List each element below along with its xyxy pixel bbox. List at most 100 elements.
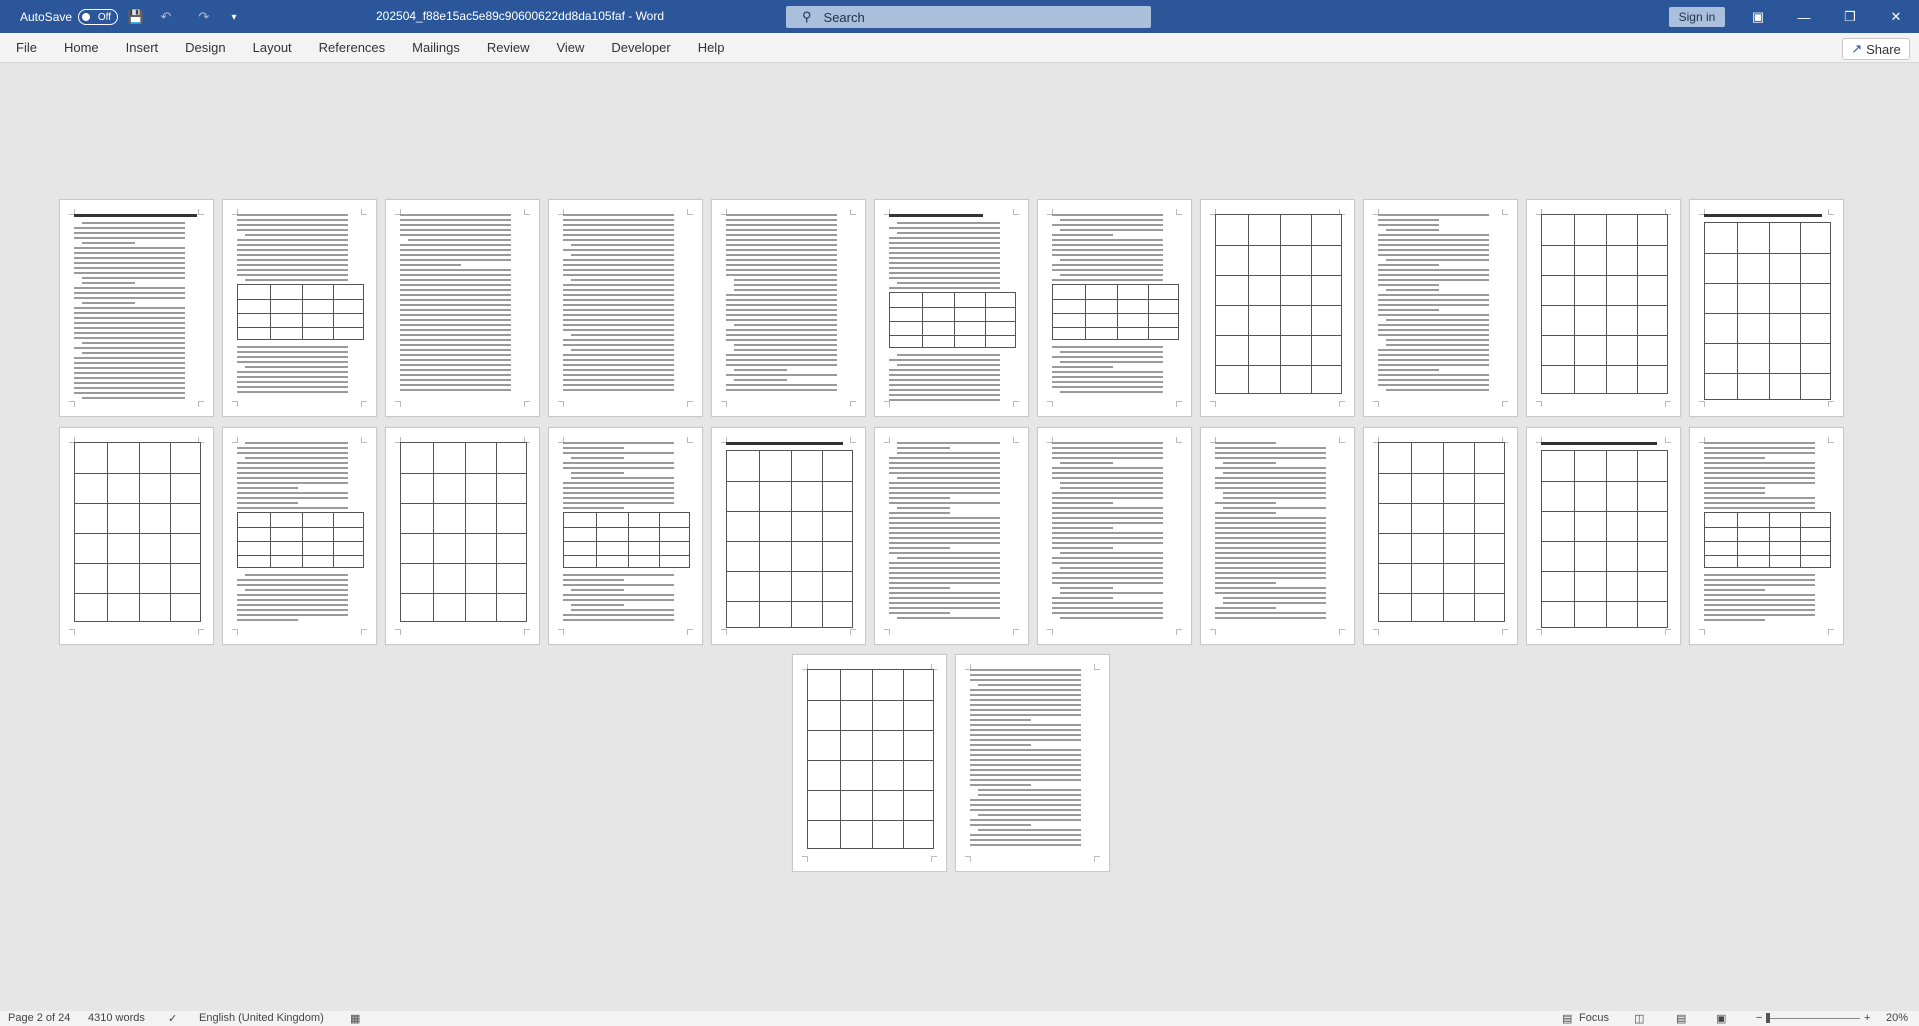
document-page[interactable] xyxy=(792,654,947,872)
document-page[interactable] xyxy=(1200,427,1355,645)
document-page[interactable] xyxy=(1526,427,1681,645)
page-text-line xyxy=(237,371,348,373)
tab-help[interactable]: Help xyxy=(698,40,725,55)
word-count[interactable]: 4310 words xyxy=(88,1012,145,1024)
restore-icon[interactable]: ❐ xyxy=(1827,6,1873,28)
table-row-line xyxy=(1542,335,1667,336)
table-col-line xyxy=(822,451,823,627)
document-page[interactable] xyxy=(874,427,1029,645)
page-text-line xyxy=(889,267,1000,269)
tab-design[interactable]: Design xyxy=(185,40,225,55)
accessibility-icon[interactable]: ▦ xyxy=(350,1012,360,1025)
table-row-line xyxy=(1216,305,1341,306)
table-row-line xyxy=(238,527,363,528)
table-row-line xyxy=(1379,533,1504,534)
page-text-line xyxy=(237,472,348,474)
tab-mailings[interactable]: Mailings xyxy=(412,40,460,55)
page-text-line xyxy=(563,329,674,331)
document-page[interactable] xyxy=(1526,199,1681,417)
document-page[interactable] xyxy=(711,427,866,645)
search-box[interactable]: ⚲ Search xyxy=(786,6,1151,28)
document-page[interactable] xyxy=(1037,199,1192,417)
tab-layout[interactable]: Layout xyxy=(253,40,292,55)
redo-icon[interactable]: ↷ xyxy=(196,9,212,25)
page-indicator[interactable]: Page 2 of 24 xyxy=(8,1012,70,1024)
document-page[interactable] xyxy=(222,199,377,417)
table-row-line xyxy=(75,503,200,504)
page-text-line xyxy=(237,219,348,221)
page-text-line xyxy=(82,277,185,279)
tab-insert[interactable]: Insert xyxy=(126,40,159,55)
page-text-line xyxy=(734,324,837,326)
page-text-line xyxy=(563,574,674,576)
page-corner-mark xyxy=(198,401,204,407)
document-page[interactable] xyxy=(59,199,214,417)
page-text-line xyxy=(1378,364,1489,366)
page-text-line xyxy=(726,329,837,331)
document-page[interactable] xyxy=(711,199,866,417)
table-row-line xyxy=(401,503,526,504)
print-layout-icon[interactable]: ▤ xyxy=(1676,1012,1686,1025)
document-page[interactable] xyxy=(548,427,703,645)
tab-references[interactable]: References xyxy=(319,40,385,55)
document-page[interactable] xyxy=(1689,427,1844,645)
table-row-line xyxy=(401,593,526,594)
proofing-icon[interactable]: ✓ xyxy=(168,1012,177,1025)
page-text-line xyxy=(889,602,1000,604)
minimize-icon[interactable]: — xyxy=(1781,6,1827,28)
document-page[interactable] xyxy=(874,199,1029,417)
page-text-line xyxy=(237,492,348,494)
zoom-level[interactable]: 20% xyxy=(1886,1012,1908,1024)
document-page[interactable] xyxy=(1363,199,1518,417)
focus-icon[interactable]: ▤ xyxy=(1562,1012,1572,1025)
share-button[interactable]: ↗ Share xyxy=(1842,38,1910,60)
close-icon[interactable]: ✕ xyxy=(1873,6,1919,28)
autosave-control[interactable]: AutoSave Off xyxy=(20,9,119,25)
language-indicator[interactable]: English (United Kingdom) xyxy=(199,1012,324,1024)
customize-quick-access-icon[interactable]: ▾ xyxy=(226,9,242,25)
save-icon[interactable]: 💾 xyxy=(128,9,144,25)
tab-review[interactable]: Review xyxy=(487,40,530,55)
document-canvas[interactable] xyxy=(0,63,1919,1011)
page-text-line xyxy=(1704,447,1815,449)
document-page[interactable] xyxy=(59,427,214,645)
page-text-line xyxy=(74,292,185,294)
focus-button[interactable]: Focus xyxy=(1579,1012,1609,1024)
tab-view[interactable]: View xyxy=(556,40,584,55)
document-page[interactable] xyxy=(955,654,1110,872)
page-text-line xyxy=(563,259,674,261)
page-text-line xyxy=(82,397,185,399)
autosave-toggle[interactable]: Off xyxy=(78,9,119,25)
document-page[interactable] xyxy=(1689,199,1844,417)
document-page[interactable] xyxy=(1200,199,1355,417)
document-page[interactable] xyxy=(1037,427,1192,645)
page-heading-line xyxy=(889,214,983,217)
zoom-slider[interactable] xyxy=(1770,1018,1860,1019)
page-text-line xyxy=(74,247,185,249)
tab-home[interactable]: Home xyxy=(64,40,99,55)
table-row-line xyxy=(1705,313,1830,314)
zoom-slider-thumb[interactable] xyxy=(1766,1013,1770,1023)
document-page[interactable] xyxy=(222,427,377,645)
read-mode-icon[interactable]: ◫ xyxy=(1634,1012,1644,1025)
zoom-out-icon[interactable]: − xyxy=(1756,1012,1762,1024)
table-col-line xyxy=(1800,513,1801,567)
page-corner-mark xyxy=(1013,437,1019,443)
undo-icon[interactable]: ↶ xyxy=(158,9,174,25)
document-page[interactable] xyxy=(385,199,540,417)
page-text-line xyxy=(237,614,348,616)
page-text-line xyxy=(970,784,1031,786)
ribbon-display-options-icon[interactable]: ▣ xyxy=(1735,6,1781,28)
web-layout-icon[interactable]: ▣ xyxy=(1716,1012,1726,1025)
page-text-line xyxy=(970,834,1081,836)
page-text-line xyxy=(889,542,1000,544)
tab-developer[interactable]: Developer xyxy=(611,40,670,55)
document-page[interactable] xyxy=(385,427,540,645)
zoom-in-icon[interactable]: + xyxy=(1864,1012,1870,1024)
sign-in-button[interactable]: Sign in xyxy=(1669,7,1725,27)
document-page[interactable] xyxy=(548,199,703,417)
document-page[interactable] xyxy=(1363,427,1518,645)
page-text-line xyxy=(74,262,185,264)
tab-file[interactable]: File xyxy=(16,40,37,55)
page-text-line xyxy=(1215,617,1326,619)
